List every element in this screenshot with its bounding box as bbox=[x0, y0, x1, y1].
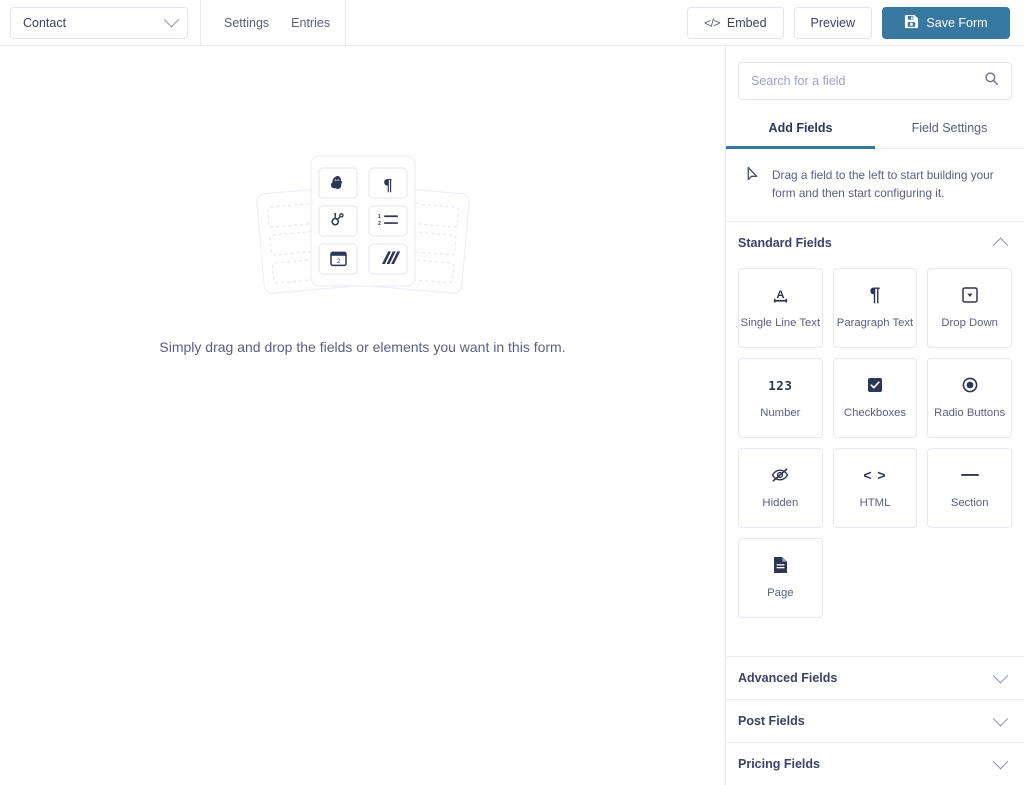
svg-text:A: A bbox=[776, 289, 784, 301]
preview-button-label: Preview bbox=[810, 15, 855, 30]
form-builder-app: Contact Settings Entries </> Embed Previ… bbox=[0, 0, 1024, 785]
save-disk-icon bbox=[904, 14, 919, 32]
tab-field-settings-label: Field Settings bbox=[911, 121, 988, 135]
field-card-drop-down[interactable]: Drop Down bbox=[927, 267, 1012, 348]
number-123-icon: 123 bbox=[768, 377, 793, 393]
section-header-post-fields[interactable]: Post Fields bbox=[726, 699, 1024, 742]
tab-field-settings[interactable]: Field Settings bbox=[875, 110, 1024, 149]
preview-button[interactable]: Preview bbox=[793, 6, 872, 39]
section-title-standard-fields: Standard Fields bbox=[738, 235, 832, 250]
toolbar-actions: </> Embed Preview Save Form bbox=[687, 6, 1024, 39]
save-form-button[interactable]: Save Form bbox=[882, 6, 1010, 39]
chevron-down-icon bbox=[163, 11, 180, 28]
field-label-drop-down: Drop Down bbox=[941, 317, 998, 330]
builder-body: .cardbg{fill:#fefeff;stroke:#eceef6;stro… bbox=[0, 46, 1024, 785]
nav-item-settings[interactable]: Settings bbox=[224, 16, 269, 30]
field-card-hidden[interactable]: Hidden bbox=[738, 447, 823, 528]
svg-text:2: 2 bbox=[378, 221, 381, 227]
field-card-single-line-text[interactable]: A Single Line Text bbox=[738, 267, 823, 348]
section-title-pricing-fields: Pricing Fields bbox=[738, 757, 820, 771]
field-card-page[interactable]: Page bbox=[738, 537, 823, 618]
section-header-pricing-fields[interactable]: Pricing Fields bbox=[726, 742, 1024, 785]
form-cards-illustration: .cardbg{fill:#fefeff;stroke:#eceef6;stro… bbox=[248, 146, 478, 306]
save-form-button-label: Save Form bbox=[926, 15, 988, 30]
field-label-paragraph-text: Paragraph Text bbox=[836, 317, 914, 330]
search-box[interactable] bbox=[738, 62, 1012, 100]
chevron-down-icon bbox=[992, 753, 1009, 769]
chevron-down-icon bbox=[992, 710, 1009, 726]
field-card-checkboxes[interactable]: Checkboxes bbox=[832, 357, 918, 438]
tab-add-fields-label: Add Fields bbox=[768, 121, 833, 135]
field-label-single-line-text: Single Line Text bbox=[740, 317, 821, 330]
chevron-up-icon bbox=[992, 237, 1009, 254]
svg-text:1: 1 bbox=[378, 214, 381, 220]
code-icon: </> bbox=[704, 15, 720, 30]
toolbar-divider-left bbox=[200, 0, 201, 45]
fields-sidebar: Add Fields Field Settings Drag a field t… bbox=[725, 46, 1024, 785]
field-label-section: Section bbox=[950, 497, 989, 510]
embed-button-label: Embed bbox=[726, 15, 767, 30]
canvas-empty-message: Simply drag and drop the fields or eleme… bbox=[159, 339, 566, 355]
section-title-advanced-fields: Advanced Fields bbox=[738, 671, 838, 685]
field-label-number: Number bbox=[760, 407, 801, 420]
dropdown-square-icon bbox=[961, 285, 978, 305]
horizontal-line-icon bbox=[960, 465, 979, 485]
tab-add-fields[interactable]: Add Fields bbox=[726, 110, 875, 149]
cursor-pointer-icon bbox=[746, 166, 760, 203]
sidebar-tabs: Add Fields Field Settings bbox=[726, 110, 1024, 149]
toolbar-divider-right bbox=[345, 0, 346, 45]
field-card-radio-buttons[interactable]: Radio Buttons bbox=[927, 357, 1012, 438]
checkbox-checked-icon bbox=[867, 375, 883, 395]
page-document-icon bbox=[773, 555, 788, 575]
section-header-standard-fields[interactable]: Standard Fields bbox=[726, 222, 1024, 264]
field-label-radio-buttons: Radio Buttons bbox=[934, 407, 1006, 420]
field-label-html: HTML bbox=[859, 497, 891, 510]
standard-fields-grid: A Single Line Text ¶ Paragraph Text Drop… bbox=[726, 264, 1024, 636]
pilcrow-icon: ¶ bbox=[869, 284, 881, 306]
field-card-paragraph-text[interactable]: ¶ Paragraph Text bbox=[832, 267, 918, 348]
text-underline-a-icon: A bbox=[772, 285, 789, 305]
form-selector-label: Contact bbox=[23, 15, 67, 30]
embed-button[interactable]: </> Embed bbox=[687, 6, 784, 39]
section-header-advanced-fields[interactable]: Advanced Fields bbox=[726, 656, 1024, 699]
field-label-checkboxes: Checkboxes bbox=[843, 407, 907, 420]
top-toolbar: Contact Settings Entries </> Embed Previ… bbox=[0, 0, 1024, 46]
chevron-down-icon bbox=[992, 667, 1009, 683]
field-label-hidden: Hidden bbox=[762, 497, 799, 510]
form-selector-dropdown[interactable]: Contact bbox=[10, 6, 188, 39]
field-label-page: Page bbox=[767, 587, 794, 600]
paragraph-icon: ¶ bbox=[383, 175, 392, 194]
field-card-section[interactable]: Section bbox=[927, 447, 1012, 528]
form-canvas[interactable]: .cardbg{fill:#fefeff;stroke:#eceef6;stro… bbox=[0, 46, 725, 785]
radio-selected-icon bbox=[962, 375, 978, 395]
field-card-html[interactable]: < > HTML bbox=[832, 447, 918, 528]
field-card-number[interactable]: 123 Number bbox=[738, 357, 823, 438]
search-container bbox=[726, 46, 1024, 110]
search-input[interactable] bbox=[751, 74, 984, 88]
drag-hint-text: Drag a field to the left to start buildi… bbox=[772, 168, 994, 201]
angle-brackets-icon: < > bbox=[863, 467, 887, 484]
toolbar-nav: Settings Entries bbox=[224, 16, 330, 30]
search-icon[interactable] bbox=[984, 71, 999, 91]
eye-slash-icon bbox=[771, 465, 789, 485]
nav-item-entries[interactable]: Entries bbox=[291, 16, 330, 30]
section-title-post-fields: Post Fields bbox=[738, 714, 805, 728]
drag-hint: Drag a field to the left to start buildi… bbox=[726, 149, 1024, 222]
